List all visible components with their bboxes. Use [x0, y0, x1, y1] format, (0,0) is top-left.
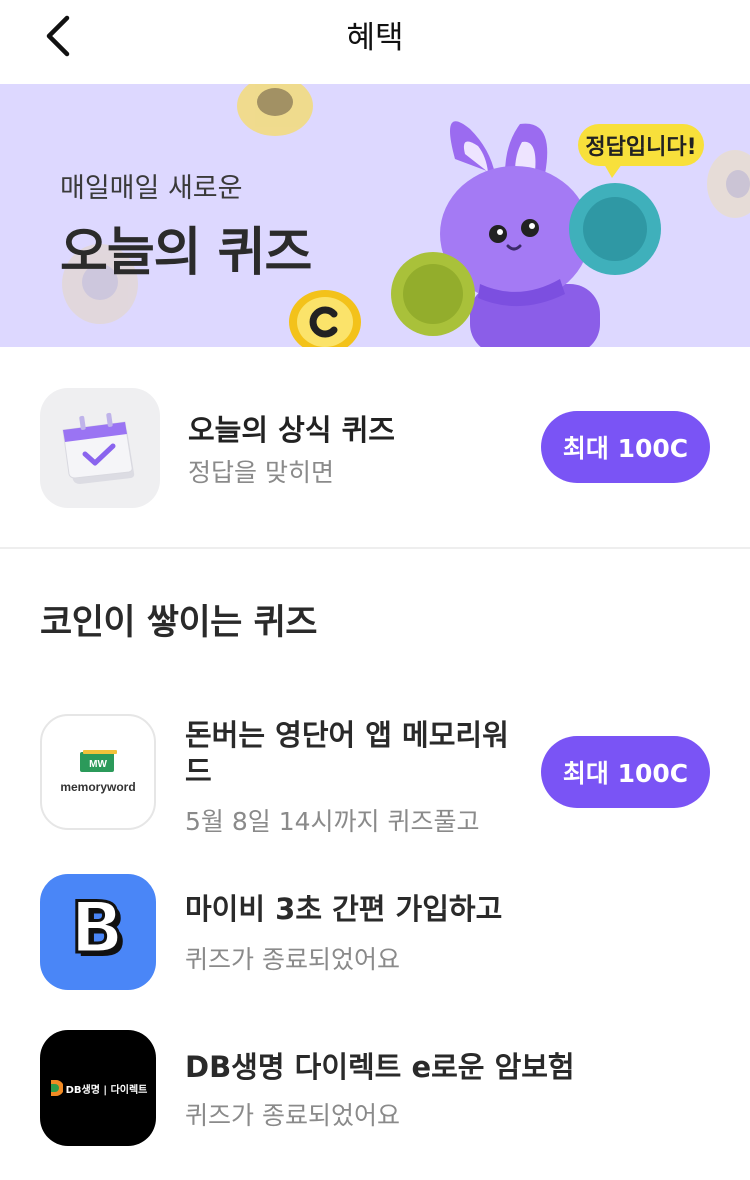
quiz-title-line1: 돈버는 영단어 앱 메모리워	[185, 718, 509, 752]
header: 혜택	[0, 0, 750, 84]
page-title: 혜택	[346, 20, 404, 56]
quiz-list-item-memoryword[interactable]: MW memoryword 돈버는 영단어 앱 메모리워 드 5월 8일 14시…	[0, 714, 750, 836]
quiz-banner[interactable]: 매일매일 새로운 오늘의 퀴즈 정답입니다!	[0, 84, 750, 347]
quiz-title-line2: 드	[185, 754, 212, 788]
quiz-title: 마이비 3초 간편 가입하고	[185, 892, 503, 926]
speech-bubble: 정답입니다!	[578, 124, 704, 178]
daily-quiz-app-icon	[40, 388, 160, 508]
quiz-list-item-db[interactable]: DB생명 | 다이렉트 DB생명 다이렉트 e로운 암보험 퀴즈가 종료되었어요	[0, 1030, 750, 1150]
section-divider	[0, 547, 750, 549]
banner-title: 오늘의 퀴즈	[60, 223, 312, 283]
memoryword-app-icon: MW memoryword	[40, 714, 156, 830]
maibi-app-icon: B B	[40, 874, 156, 990]
quiz-subtitle: 퀴즈가 종료되었어요	[185, 945, 400, 974]
daily-quiz-reward-button[interactable]: 최대 100C	[541, 411, 710, 483]
daily-quiz-card[interactable]: 오늘의 상식 퀴즈 정답을 맞히면 최대 100C	[0, 347, 750, 547]
daily-quiz-title: 오늘의 상식 퀴즈	[188, 413, 395, 447]
quiz-list-item-maibi[interactable]: B B 마이비 3초 간편 가입하고 퀴즈가 종료되었어요	[0, 874, 750, 994]
maibi-logo-icon: B B	[69, 892, 128, 972]
calendar-check-icon	[62, 412, 135, 484]
banner-subtitle: 매일매일 새로운	[60, 173, 243, 204]
quiz-subtitle: 5월 8일 14시까지 퀴즈풀고	[185, 807, 480, 836]
coin-icon	[707, 150, 750, 218]
maibi-logo-letter-front: B	[70, 892, 123, 969]
db-app-icon: DB생명 | 다이렉트	[40, 1030, 156, 1146]
memoryword-badge-text: MW	[89, 759, 107, 770]
teal-pompom-icon	[569, 183, 661, 275]
coin-icon	[237, 84, 313, 136]
memoryword-logo-text: memoryword	[60, 780, 136, 794]
memoryword-reward-button[interactable]: 최대 100C	[541, 736, 710, 808]
memoryword-logo-icon: MW	[80, 750, 117, 772]
section-title: 코인이 쌓이는 퀴즈	[40, 603, 317, 643]
quiz-title: DB생명 다이렉트 e로운 암보험	[185, 1050, 575, 1084]
db-logo-icon	[50, 1080, 63, 1096]
green-pompom-icon	[391, 252, 475, 336]
quiz-subtitle: 퀴즈가 종료되었어요	[185, 1101, 400, 1130]
db-logo-text: DB생명 | 다이렉트	[65, 1084, 148, 1096]
daily-quiz-subtitle: 정답을 맞히면	[188, 458, 334, 487]
coin-icon	[289, 290, 361, 347]
